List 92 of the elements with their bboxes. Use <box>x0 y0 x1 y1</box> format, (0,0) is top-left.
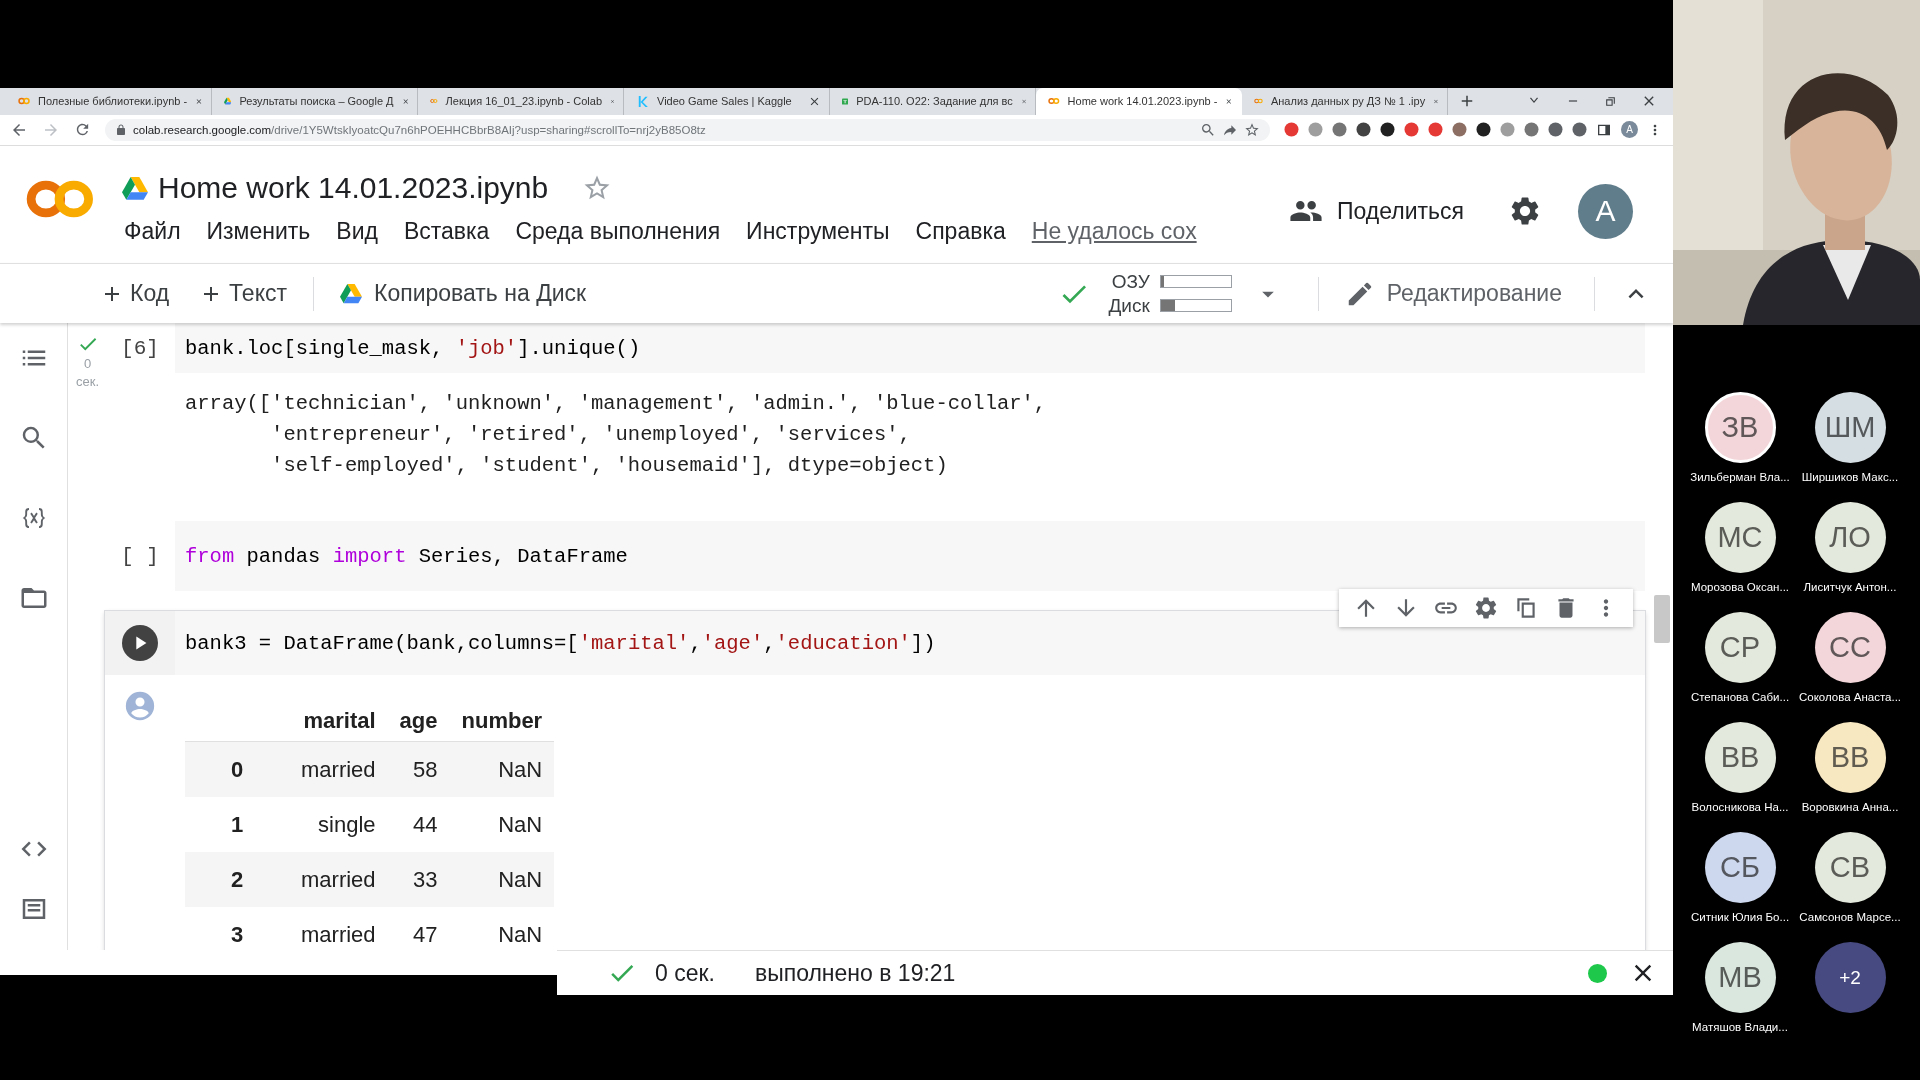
extension-icon[interactable] <box>1356 122 1371 138</box>
participant-name: Воровкина Анна... <box>1801 801 1899 813</box>
account-avatar[interactable]: A <box>1578 183 1633 239</box>
code-editor[interactable]: from pandas import Series, DataFrame <box>175 521 1645 592</box>
drive-icon <box>122 175 148 200</box>
participant-name: Ситник Юлия Бо... <box>1690 911 1790 923</box>
cell-output: array(['technician', 'unknown', 'management', 'admin.', 'blue-collar', 'entrepreneur', 'retired', 'unemployed', 'services', 'self-employed', 'student', 'housemaid'], dtype=object) <box>184 391 1048 479</box>
browser-tab[interactable]: Video Game Sales | Kaggle <box>624 88 830 115</box>
participant-name: Матяшов Влади... <box>1692 1021 1788 1033</box>
status-time: 0 сек. <box>655 959 715 987</box>
table-cell: married <box>289 852 388 908</box>
column-header: age <box>387 701 450 742</box>
table-cell: married <box>289 741 388 798</box>
participant-avatar[interactable]: ШМ <box>1814 392 1886 463</box>
connection-dot <box>1588 963 1607 983</box>
zoom-icon[interactable] <box>1200 121 1216 138</box>
table-cell: 44 <box>387 797 450 853</box>
participant-name: Лиситчук Антон... <box>1803 581 1897 593</box>
participant-name: Ширшиков Макс... <box>1801 471 1899 483</box>
participant-name: Самсонов Марсе... <box>1799 911 1901 923</box>
menu-item[interactable]: Вставка <box>403 217 490 245</box>
participant-name: Волосникова На... <box>1691 801 1789 813</box>
status-message: выполнено в 19:21 <box>754 959 956 987</box>
row-index: 0 <box>185 741 289 798</box>
save-status-link[interactable]: Не удалось сох <box>1031 217 1197 245</box>
table-cell: single <box>289 797 388 853</box>
menu-item[interactable]: Среда выполнения <box>515 217 721 245</box>
add-code-button[interactable]: Код <box>92 274 178 314</box>
column-header: marital <box>289 701 388 742</box>
share-button[interactable]: Поделиться <box>1281 188 1472 235</box>
browser-tab[interactable]: Результаты поиска – Google Д <box>212 88 418 115</box>
participant-avatar[interactable]: ВВ <box>1814 722 1886 793</box>
table-cell: 47 <box>387 907 450 950</box>
browser-tab[interactable]: Лекция 16_01_23.ipynb - Colab <box>418 88 624 115</box>
run-button[interactable] <box>122 625 158 662</box>
scrollbar-thumb[interactable] <box>1654 595 1670 644</box>
run-time-value: 0 <box>83 355 92 374</box>
copy-to-drive-button[interactable]: Копировать на Диск <box>332 274 595 314</box>
profile-avatar[interactable]: A <box>1621 121 1638 139</box>
participant-avatar[interactable]: МС <box>1704 502 1776 573</box>
participant-avatar[interactable]: МВ <box>1704 942 1776 1013</box>
resource-label: Диск <box>1107 294 1150 317</box>
menu-item[interactable]: Инструменты <box>746 217 890 245</box>
restore-icon[interactable] <box>1604 94 1617 108</box>
drive-icon <box>340 283 362 304</box>
execution-count: [ ] <box>121 544 159 568</box>
row-index: 2 <box>185 852 289 908</box>
run-time-unit: сек. <box>76 373 99 392</box>
extension-icon[interactable] <box>1380 122 1395 138</box>
editing-mode-button[interactable]: Редактирование <box>1336 272 1570 315</box>
table-cell: married <box>289 907 388 950</box>
column-header: number <box>449 701 555 742</box>
add-text-button[interactable]: Текст <box>191 274 295 314</box>
resource-label: ОЗУ <box>1110 270 1150 293</box>
participant-avatar[interactable]: ЛО <box>1814 502 1886 573</box>
code-editor[interactable]: bank3 = DataFrame(bank,columns=['marital','age','education']) <box>175 611 1645 676</box>
participant-avatar[interactable]: СС <box>1814 612 1886 683</box>
menu-item[interactable]: Изменить <box>206 217 311 245</box>
participant-avatar[interactable]: ВВ <box>1704 722 1776 793</box>
menu-item[interactable]: Вид <box>336 217 378 245</box>
table-cell: 58 <box>387 741 450 798</box>
lock-icon <box>115 123 127 136</box>
table-cell: 33 <box>387 852 450 908</box>
notebook-title[interactable]: Home work 14.01.2023.ipynb <box>158 170 549 205</box>
more-participants[interactable]: +2 <box>1814 942 1886 1013</box>
browser-tab[interactable]: Анализ данных ру ДЗ № 1 .ipy <box>1242 88 1448 115</box>
address-bar[interactable]: colab.research.google.com/drive/1Y5WtskIyoatcQu7n6hPOEHHCBbrB8AIj?usp=sharing#scrollTo=nrj2yB85O8tz <box>105 118 1270 141</box>
participant-name: Зильберман Вла... <box>1690 471 1790 483</box>
participant-avatar[interactable]: СБ <box>1704 832 1776 903</box>
menu-item[interactable]: Файл <box>124 217 181 245</box>
row-index: 3 <box>185 907 289 950</box>
code-editor[interactable]: bank.loc[single_mask, 'job'].unique() <box>175 323 1645 374</box>
extension-icon[interactable] <box>1572 122 1587 138</box>
execution-count: [6] <box>121 336 159 360</box>
participant-name: Морозова Оксан... <box>1690 581 1790 593</box>
participant-name: Степанова Саби... <box>1690 691 1790 703</box>
menu-item[interactable]: Справка <box>915 217 1006 245</box>
extension-icon[interactable] <box>1548 122 1563 138</box>
table-cell: NaN <box>449 907 555 950</box>
extension-icon[interactable] <box>1476 122 1491 138</box>
participant-avatar[interactable]: ЗВ <box>1704 392 1776 463</box>
row-index: 1 <box>185 797 289 853</box>
participant-name: Соколова Анаста... <box>1798 691 1902 703</box>
table-cell: NaN <box>449 852 555 908</box>
browser-tab[interactable]: Полезные библиотеки.ipynb - <box>6 88 212 115</box>
participant-avatar[interactable]: СР <box>1704 612 1776 683</box>
participant-avatar[interactable]: СВ <box>1814 832 1886 903</box>
browser-tab[interactable]: Home work 14.01.2023.ipynb - <box>1036 88 1242 115</box>
table-cell: NaN <box>449 797 555 853</box>
kaggle-logo-icon <box>636 94 649 108</box>
star-icon[interactable] <box>1244 121 1260 138</box>
table-cell: NaN <box>449 741 555 798</box>
